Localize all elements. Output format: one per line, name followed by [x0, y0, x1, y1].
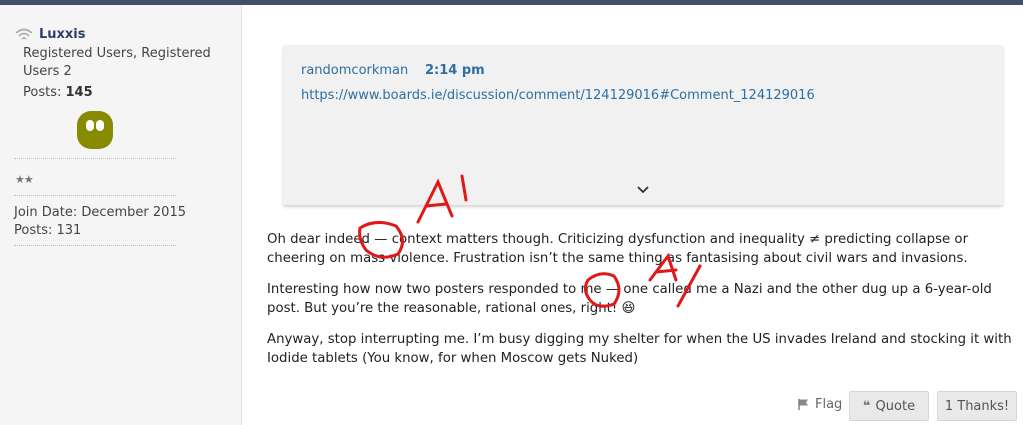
quoted-comment: randomcorkman 2:14 pm https://www.boards…	[283, 45, 1003, 205]
quote-timestamp[interactable]: 2:14 pm	[425, 63, 485, 78]
posts-label: Posts:	[23, 85, 62, 100]
flag-button[interactable]: Flag	[797, 397, 842, 412]
divider	[14, 158, 176, 159]
quote-label: Quote	[875, 398, 916, 414]
thanks-label: 1 Thanks!	[944, 398, 1010, 414]
user-info-sidebar: Luxxis Registered Users, Registered User…	[0, 5, 242, 425]
post-paragraph: Interesting how now two posters responde…	[267, 282, 992, 316]
avatar-eye-left	[86, 120, 94, 131]
quote-button[interactable]: ❝ Quote	[849, 391, 929, 421]
post-body: Oh dear indeed — context matters though.…	[267, 230, 1019, 380]
thanks-button[interactable]: 1 Thanks!	[937, 391, 1017, 421]
divider	[14, 245, 176, 246]
post-count: Posts: 145	[23, 85, 93, 100]
posts-count: 145	[65, 85, 93, 100]
quote-url-link[interactable]: https://www.boards.ie/discussion/comment…	[301, 88, 815, 103]
username-link[interactable]: Luxxis	[39, 27, 86, 42]
avatar[interactable]	[77, 111, 113, 149]
quote-author-link[interactable]: randomcorkman	[301, 63, 408, 78]
chevron-down-icon[interactable]	[636, 185, 650, 195]
posts-line: Posts: 131	[14, 223, 82, 238]
avatar-eye-right	[96, 120, 104, 131]
post-paragraph: Anyway, stop interrupting me. I’m busy d…	[267, 332, 1012, 366]
online-status-icon	[15, 28, 33, 40]
rank-stars: ★★	[15, 173, 34, 186]
join-info: Join Date: December 2015 Posts: 131	[14, 204, 186, 240]
quote-icon: ❝	[862, 398, 871, 414]
flag-label: Flag	[815, 397, 843, 412]
divider	[14, 195, 176, 196]
flag-icon	[798, 399, 808, 410]
user-roles: Registered Users, Registered Users 2	[23, 46, 211, 79]
user-row: Luxxis	[15, 27, 86, 42]
join-date: Join Date: December 2015	[14, 205, 186, 220]
post-paragraph: Oh dear indeed — context matters though.…	[267, 232, 969, 266]
